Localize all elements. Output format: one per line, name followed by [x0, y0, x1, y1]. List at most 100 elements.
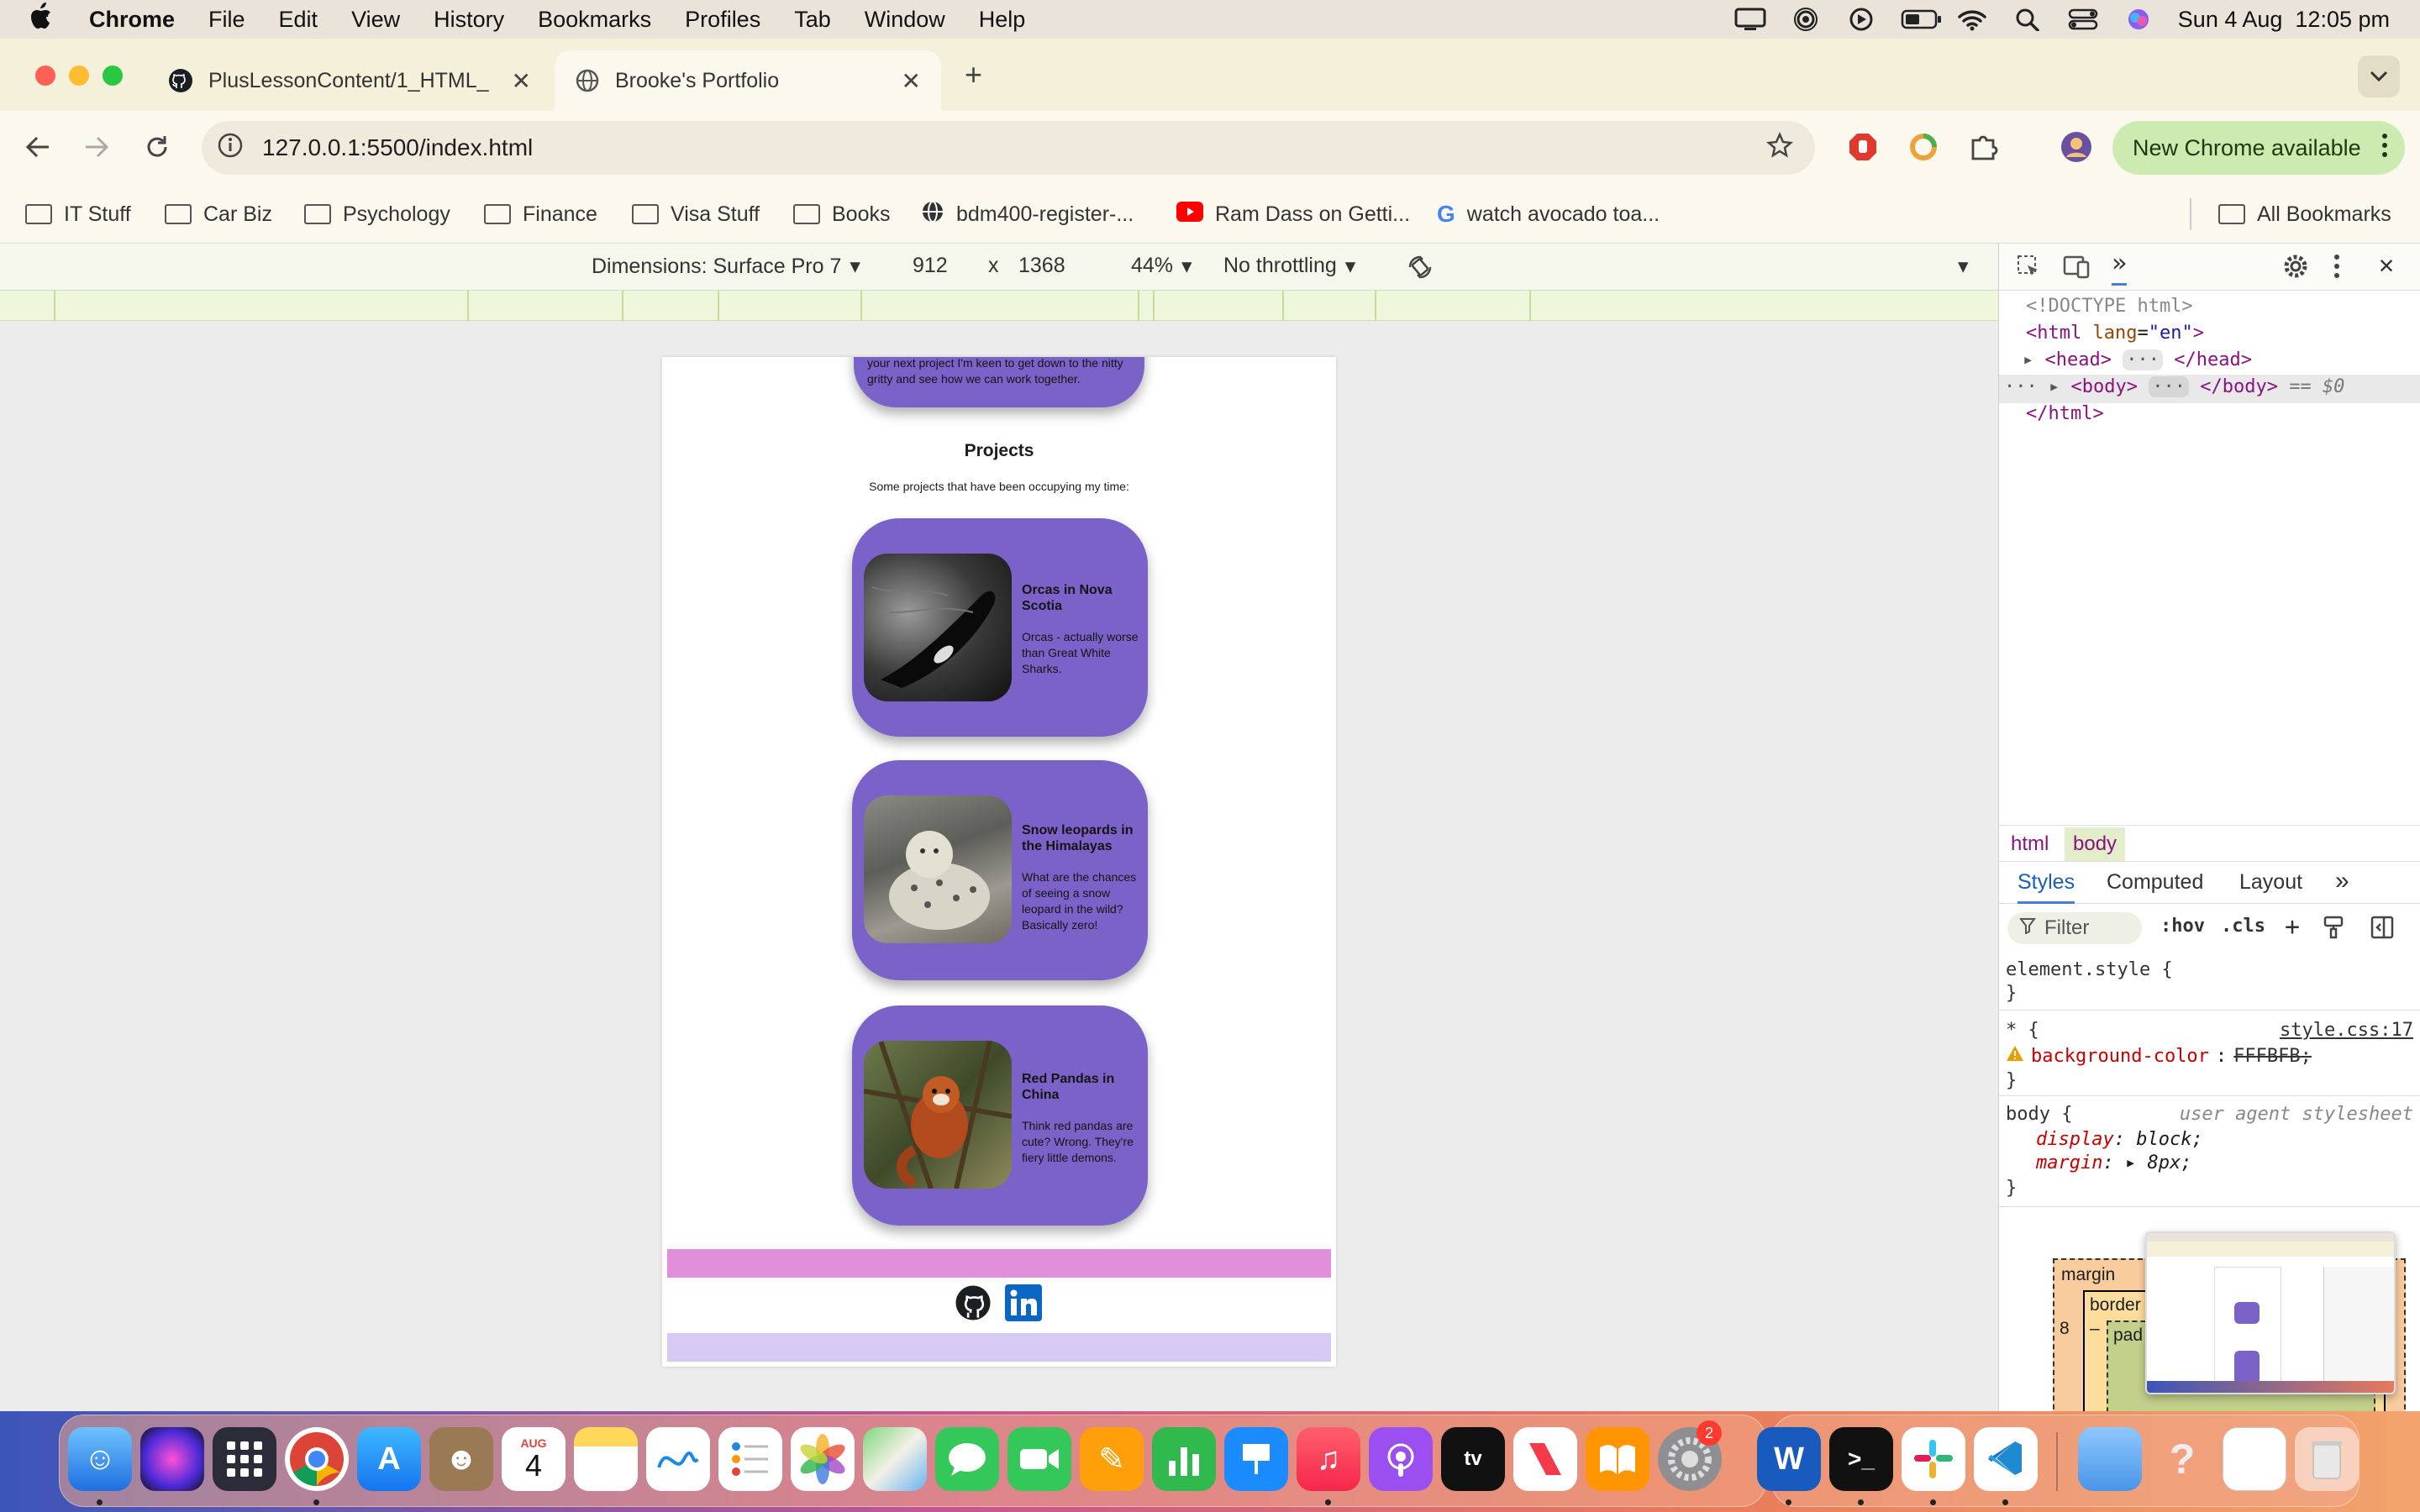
device-height-input[interactable]: 1368: [1018, 254, 1065, 278]
display-icon[interactable]: [1734, 8, 1766, 31]
contacts-icon[interactable]: ☻: [429, 1427, 493, 1491]
siri-app-icon[interactable]: [140, 1427, 204, 1491]
bookmark-bdm400[interactable]: bdm400-register-...: [921, 197, 1134, 232]
expand-triangle-icon[interactable]: ▸: [2049, 376, 2060, 397]
inspect-element-icon[interactable]: [2016, 254, 2041, 284]
menu-file[interactable]: File: [192, 7, 262, 33]
music-icon[interactable]: ♫: [1297, 1427, 1360, 1491]
update-chrome-button[interactable]: New Chrome available: [2112, 121, 2405, 175]
new-tab-button[interactable]: +: [965, 57, 982, 92]
menu-history[interactable]: History: [417, 7, 521, 33]
reload-button[interactable]: [136, 126, 178, 168]
site-info-icon[interactable]: [217, 132, 244, 165]
freeform-icon[interactable]: [646, 1427, 710, 1491]
tab-github[interactable]: PlusLessonContent/1_HTML_ ✕: [148, 50, 551, 111]
reminders-icon[interactable]: [718, 1427, 782, 1491]
devtools-menu-icon[interactable]: [2333, 254, 2340, 284]
bookmark-ram-dass[interactable]: Ram Dass on Getti...: [1176, 197, 1410, 232]
address-bar[interactable]: 127.0.0.1:5500/index.html: [202, 121, 1815, 175]
rotate-icon[interactable]: [1405, 252, 1435, 288]
app-store-icon[interactable]: A: [357, 1427, 421, 1491]
bookmark-all-bookmarks[interactable]: All Bookmarks: [2218, 197, 2391, 232]
project-card-snow-leopards[interactable]: Snow leopards in the Himalayas What are …: [852, 760, 1148, 980]
bookmark-star-icon[interactable]: [1766, 131, 1793, 165]
battery-icon[interactable]: [1901, 8, 1941, 31]
github-icon[interactable]: [955, 1284, 992, 1326]
keynote-icon[interactable]: [1224, 1427, 1288, 1491]
styles-filter-input[interactable]: Filter: [2007, 912, 2142, 944]
maps-icon[interactable]: [863, 1427, 927, 1491]
pages-icon[interactable]: ✎: [1080, 1427, 1144, 1491]
bookmark-finance[interactable]: Finance: [484, 197, 597, 232]
numbers-icon[interactable]: [1152, 1427, 1216, 1491]
media-query-ruler[interactable]: [0, 291, 1998, 321]
bg-color-declaration[interactable]: background-color: FFFBFB;: [2006, 1045, 2312, 1067]
close-devtools-icon[interactable]: ✕: [2379, 250, 2394, 280]
more-tabs-icon[interactable]: »: [2335, 867, 2349, 895]
collapsed-ellipsis[interactable]: ···: [2123, 349, 2163, 370]
dom-doctype[interactable]: <!DOCTYPE html>: [2026, 296, 2193, 317]
tab-search-button[interactable]: [2358, 55, 2400, 97]
extensions-puzzle-icon[interactable]: [1963, 126, 2005, 168]
device-options-icon[interactable]: ▾: [1958, 254, 1969, 279]
siri-icon[interactable]: [2123, 8, 2154, 31]
menu-edit[interactable]: Edit: [262, 7, 335, 33]
dom-html-close[interactable]: </html>: [2026, 403, 2104, 424]
device-toggle-icon[interactable]: [2063, 254, 2090, 284]
terminal-icon[interactable]: >_: [1829, 1427, 1893, 1491]
menu-bookmarks[interactable]: Bookmarks: [521, 7, 668, 33]
zoom-select[interactable]: 44% ▾: [1131, 254, 1192, 279]
profile-avatar[interactable]: [2055, 126, 2097, 168]
vscode-icon[interactable]: [1974, 1427, 2038, 1491]
body-rule-selector[interactable]: body {: [2006, 1104, 2072, 1125]
margin-declaration[interactable]: margin: ▸ 8px;: [2036, 1152, 2191, 1173]
star-rule-selector[interactable]: * {: [2006, 1020, 2039, 1041]
apple-tv-icon[interactable]: tv: [1441, 1427, 1505, 1491]
notes-icon[interactable]: [574, 1427, 638, 1491]
recent-document-icon[interactable]: [2223, 1427, 2286, 1491]
chrome-dock-icon[interactable]: [285, 1427, 349, 1491]
expand-triangle-icon[interactable]: ▸: [2125, 1152, 2136, 1173]
new-rule-plus-icon[interactable]: +: [2285, 912, 2300, 942]
control-center-icon[interactable]: [2067, 8, 2099, 31]
launchpad-icon[interactable]: [213, 1427, 276, 1491]
screenshot-thumbnail[interactable]: [2145, 1231, 2396, 1394]
bookmark-car-biz[interactable]: Car Biz: [165, 197, 272, 232]
dom-html-open[interactable]: <html lang="en">: [2026, 323, 2204, 344]
collapsed-ellipsis[interactable]: ···: [2149, 376, 2189, 397]
facetime-icon[interactable]: [1007, 1427, 1071, 1491]
wifi-icon[interactable]: [1956, 8, 1988, 31]
bookmark-visa-stuff[interactable]: Visa Stuff: [632, 197, 760, 232]
news-icon[interactable]: [1513, 1427, 1577, 1491]
trash-icon[interactable]: [2295, 1427, 2359, 1491]
dom-head-node[interactable]: ▸ <head> ··· </head>: [2023, 349, 2252, 370]
menu-profiles[interactable]: Profiles: [668, 7, 777, 33]
calendar-icon[interactable]: AUG 4: [502, 1427, 566, 1491]
bookmark-it-stuff[interactable]: IT Stuff: [25, 197, 131, 232]
breadcrumb-html[interactable]: html: [2011, 832, 2049, 856]
portfolio-page[interactable]: your next project I'm keen to get down t…: [662, 357, 1336, 1367]
url-text[interactable]: 127.0.0.1:5500/index.html: [262, 134, 533, 161]
toggle-sidebar-icon[interactable]: [2370, 916, 2394, 944]
back-button[interactable]: [17, 126, 59, 168]
expand-triangle-icon[interactable]: ▸: [2023, 349, 2033, 370]
bookmark-books[interactable]: Books: [793, 197, 890, 232]
apple-menu-icon[interactable]: [0, 2, 72, 37]
project-card-red-pandas[interactable]: Red Pandas in China Think red pandas are…: [852, 1005, 1148, 1226]
device-dimensions-select[interactable]: Dimensions: Surface Pro 7 ▾: [592, 254, 860, 279]
display-declaration[interactable]: display: block;: [2036, 1129, 2203, 1150]
podcasts-icon[interactable]: [1369, 1427, 1433, 1491]
stylesheet-link[interactable]: style.css:17: [2280, 1020, 2413, 1041]
class-toggle[interactable]: .cls: [2221, 916, 2265, 937]
hover-state-toggle[interactable]: :hov: [2160, 916, 2205, 937]
element-style-rule[interactable]: element.style {: [2006, 959, 2173, 980]
tab-computed[interactable]: Computed: [2107, 870, 2203, 895]
menu-help[interactable]: Help: [962, 7, 1043, 33]
help-question-icon[interactable]: ?: [2150, 1427, 2214, 1491]
more-panels-icon[interactable]: »: [2112, 249, 2128, 286]
spotlight-search-icon[interactable]: [2012, 8, 2044, 32]
paint-brush-icon[interactable]: [2323, 916, 2345, 944]
clock[interactable]: Sun 4 Aug 12:05 pm: [2178, 7, 2390, 33]
tab-layout[interactable]: Layout: [2239, 870, 2302, 895]
breadcrumb-body[interactable]: body: [2065, 827, 2126, 861]
